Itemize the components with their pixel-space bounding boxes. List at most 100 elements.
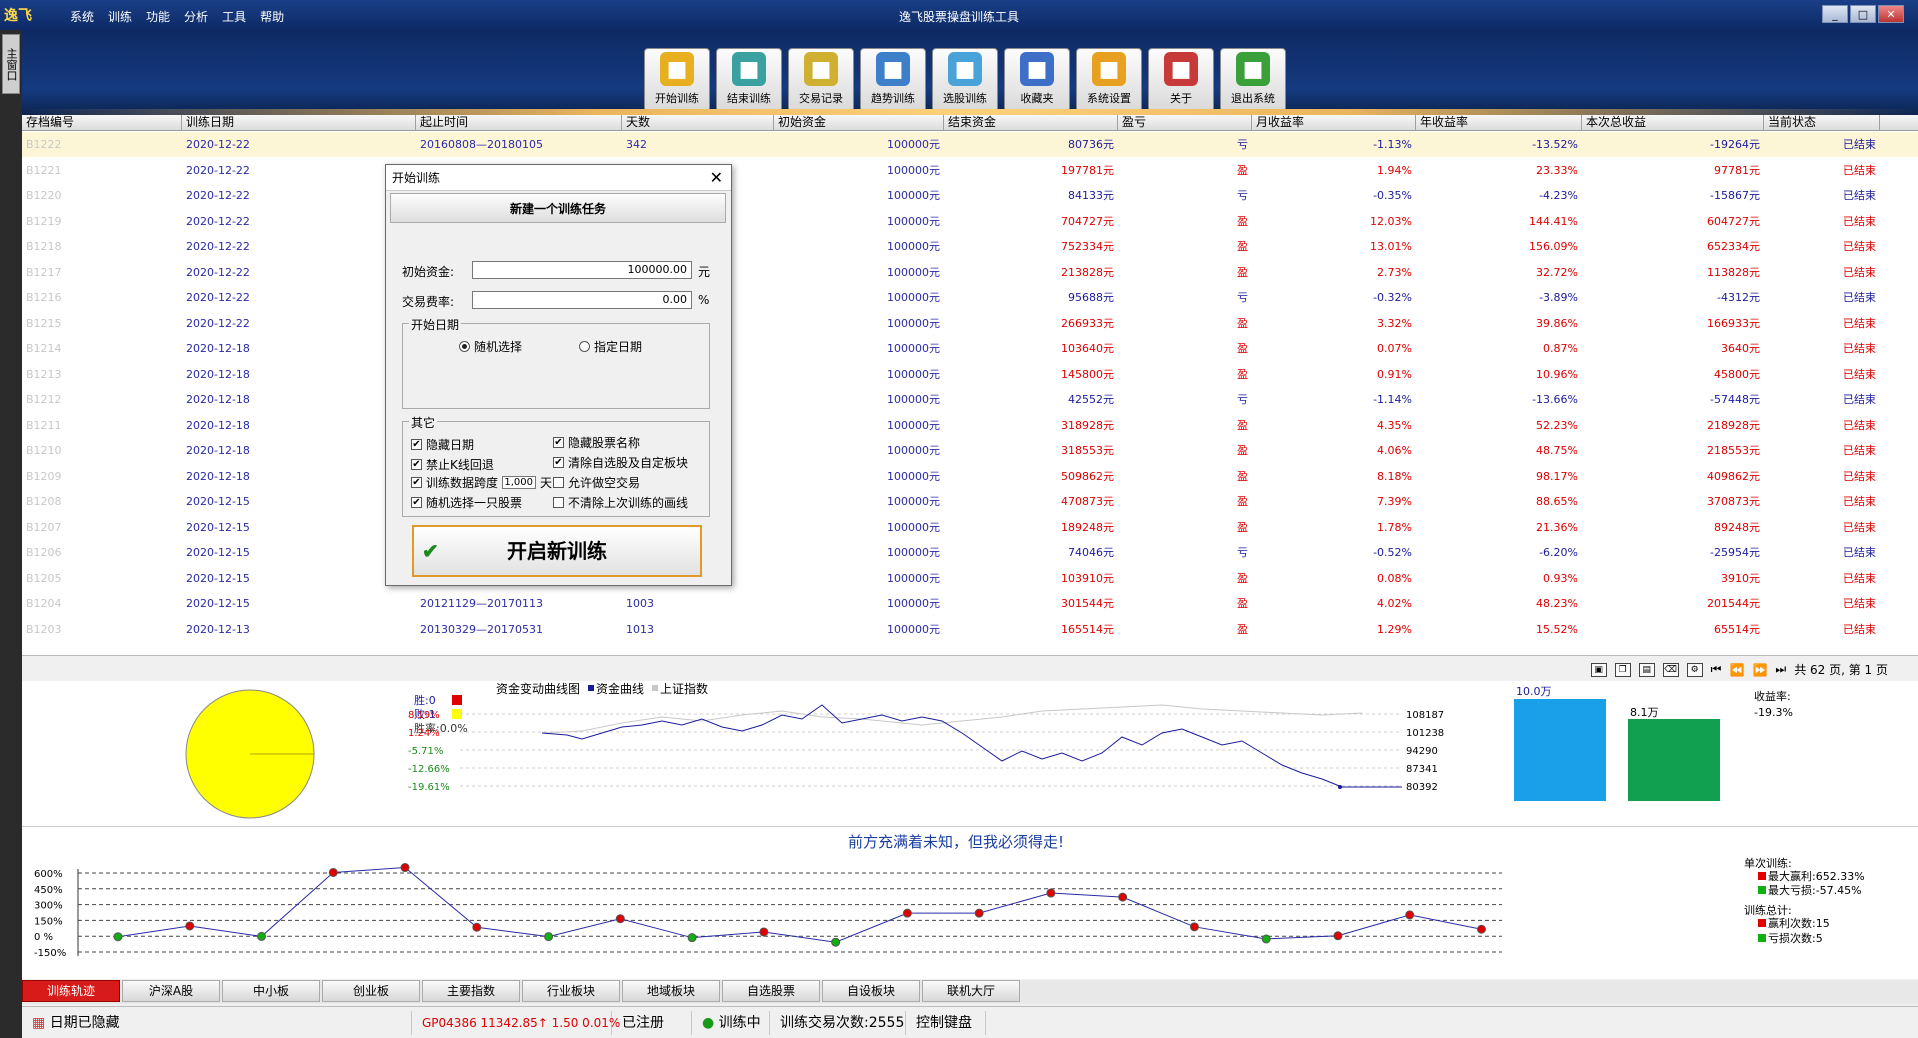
trajectory-point[interactable] xyxy=(185,921,195,931)
trajectory-point[interactable] xyxy=(113,932,123,942)
table-row[interactable]: B1219 2020-12-22 100000元 704727元 盈 12.03% 144.… xyxy=(22,209,1918,234)
table-row[interactable]: B1209 2020-12-18 100000元 509862元 盈 8.18% 98.17… xyxy=(22,464,1918,489)
bottom-tab[interactable]: 创业板 xyxy=(322,980,420,1002)
chk-short[interactable]: 允许做空交易 xyxy=(553,474,640,491)
trajectory-point[interactable] xyxy=(544,932,554,942)
bottom-tab[interactable]: 主要指数 xyxy=(422,980,520,1002)
trajectory-point[interactable] xyxy=(902,908,912,918)
span-input[interactable]: 1,000 xyxy=(502,476,537,489)
table-row[interactable]: B1215 2020-12-22 100000元 266933元 盈 3.32% 39.86… xyxy=(22,311,1918,336)
capital-input[interactable]: 100000.00 xyxy=(472,261,692,279)
column-header[interactable]: 年收益率 xyxy=(1416,115,1582,130)
trajectory-point[interactable] xyxy=(257,931,267,941)
radio-random-date[interactable]: 随机选择 xyxy=(459,338,522,355)
trajectory-point[interactable] xyxy=(472,922,482,932)
main-window-tab[interactable]: 主窗口 xyxy=(2,34,20,94)
chk-clear-self[interactable]: ✔ 清除自选股及自定板块 xyxy=(553,454,688,471)
chk-keep-lines[interactable]: 不清除上次训练的画线 xyxy=(553,494,688,511)
toolbar-button[interactable]: ■ 关于 xyxy=(1148,48,1214,112)
chk-random-one[interactable]: ✔ 随机选择一只股票 xyxy=(411,494,522,511)
toolbar-button[interactable]: ■ 结束训练 xyxy=(716,48,782,112)
toolbar-button[interactable]: ■ 趋势训练 xyxy=(860,48,926,112)
toolbar-button[interactable]: ■ 选股训练 xyxy=(932,48,998,112)
table-row[interactable]: B1218 2020-12-22 100000元 752334元 盈 13.01% 156.… xyxy=(22,234,1918,259)
trajectory-point[interactable] xyxy=(974,908,984,918)
column-header[interactable]: 盈亏 xyxy=(1118,115,1252,130)
bottom-tab[interactable]: 行业板块 xyxy=(522,980,620,1002)
table-row[interactable]: B1217 2020-12-22 100000元 213828元 盈 2.73% 32.72… xyxy=(22,260,1918,285)
table-row[interactable]: B1214 2020-12-18 100000元 103640元 盈 0.07% 0.87%… xyxy=(22,336,1918,361)
table-row[interactable]: B1207 2020-12-15 100000元 189248元 盈 1.78% 21.36… xyxy=(22,515,1918,540)
next-page-icon[interactable]: ⏩ xyxy=(1752,663,1767,677)
bottom-tab[interactable]: 中小板 xyxy=(222,980,320,1002)
column-header[interactable]: 本次总收益 xyxy=(1582,115,1764,130)
column-header[interactable]: 结束资金 xyxy=(944,115,1118,130)
toolbar-button[interactable]: ■ 系统设置 xyxy=(1076,48,1142,112)
table-row[interactable]: B1212 2020-12-18 100000元 42552元 亏 -1.14% -13.6… xyxy=(22,387,1918,412)
column-header[interactable]: 天数 xyxy=(622,115,774,130)
maximize-icon[interactable]: □ xyxy=(1850,5,1876,23)
chk-hide-date[interactable]: ✔ 隐藏日期 xyxy=(411,436,474,453)
column-header[interactable]: 训练日期 xyxy=(182,115,416,130)
bottom-tab[interactable]: 自设板块 xyxy=(822,980,920,1002)
column-header[interactable]: 起止时间 xyxy=(416,115,622,130)
table-row[interactable]: B1203 2020-12-13 20130329—20170531 1013 1000… xyxy=(22,617,1918,642)
start-new-training-button[interactable]: ✔ 开启新训练 xyxy=(412,525,702,577)
trajectory-point[interactable] xyxy=(1046,888,1056,898)
trajectory-point[interactable] xyxy=(400,863,410,873)
trajectory-point[interactable] xyxy=(1405,910,1415,920)
prev-page-icon[interactable]: ⏪ xyxy=(1729,663,1744,677)
table-row[interactable]: B1204 2020-12-15 20121129—20170113 1003 1000… xyxy=(22,591,1918,616)
trajectory-point[interactable] xyxy=(1333,931,1343,941)
table-row[interactable]: B1216 2020-12-22 100000元 95688元 亏 -0.32% -3.89… xyxy=(22,285,1918,310)
toolbar-button[interactable]: ■ 开始训练 xyxy=(644,48,710,112)
bottom-tab[interactable]: 联机大厅 xyxy=(922,980,1020,1002)
copy-icon[interactable]: ❐ xyxy=(1614,662,1631,677)
table-row[interactable]: B1222 2020-12-22 20160808—20180105 342 10000… xyxy=(22,132,1918,157)
table-row[interactable]: B1205 2020-12-15 100000元 103910元 盈 0.08% 0.93%… xyxy=(22,566,1918,591)
status-keyboard[interactable]: 控制键盘 xyxy=(906,1010,986,1035)
delete-icon[interactable]: ⌫ xyxy=(1662,662,1679,677)
chk-span[interactable]: ✔ 训练数据跨度 1,000 天 xyxy=(411,474,552,491)
toolbar-button[interactable]: ■ 交易记录 xyxy=(788,48,854,112)
bottom-tab[interactable]: 自选股票 xyxy=(722,980,820,1002)
toolbar-button[interactable]: ■ 退出系统 xyxy=(1220,48,1286,112)
column-header[interactable]: 初始资金 xyxy=(774,115,944,130)
radio-specify-date[interactable]: 指定日期 xyxy=(579,338,642,355)
trajectory-point[interactable] xyxy=(1189,922,1199,932)
column-header[interactable]: 当前状态 xyxy=(1764,115,1880,130)
bottom-tab[interactable]: 沪深A股 xyxy=(122,980,220,1002)
table-row[interactable]: B1206 2020-12-15 100000元 74046元 亏 -0.52% -6.20… xyxy=(22,540,1918,565)
save-icon[interactable]: ▤ xyxy=(1638,662,1655,677)
column-header[interactable]: 存档编号 xyxy=(22,115,182,130)
chk-no-rewind[interactable]: ✔ 禁止K线回退 xyxy=(411,456,494,473)
minimize-icon[interactable]: _ xyxy=(1822,5,1848,23)
table-cell: 95688元 xyxy=(1068,291,1114,304)
gear-icon[interactable]: ⚙ xyxy=(1686,662,1703,677)
table-row[interactable]: B1220 2020-12-22 100000元 84133元 亏 -0.35% -4.23… xyxy=(22,183,1918,208)
fee-input[interactable]: 0.00 xyxy=(472,291,692,309)
trajectory-point[interactable] xyxy=(328,867,338,877)
table-row[interactable]: B12212020-12-2220080604—2012072010061000… xyxy=(22,158,1918,183)
bottom-tab[interactable]: 地域板块 xyxy=(622,980,720,1002)
trajectory-point[interactable] xyxy=(615,914,625,924)
table-row[interactable]: B1213 2020-12-18 100000元 145800元 盈 0.91% 10.96… xyxy=(22,362,1918,387)
trajectory-point[interactable] xyxy=(831,937,841,947)
table-row[interactable]: B1210 2020-12-18 100000元 318553元 盈 4.06% 48.75… xyxy=(22,438,1918,463)
bottom-tab[interactable]: 训练轨迹 xyxy=(22,980,120,1002)
trajectory-point[interactable] xyxy=(1476,924,1486,934)
close-icon[interactable]: ✕ xyxy=(1878,5,1904,23)
trajectory-point[interactable] xyxy=(1261,934,1271,944)
dialog-close-icon[interactable]: ✕ xyxy=(710,165,723,191)
trajectory-point[interactable] xyxy=(687,933,697,943)
trajectory-point[interactable] xyxy=(759,927,769,937)
column-header[interactable]: 月收益率 xyxy=(1252,115,1416,130)
chk-hide-name[interactable]: ✔ 隐藏股票名称 xyxy=(553,434,640,451)
first-page-icon[interactable]: ⏮ xyxy=(1711,662,1722,677)
table-row[interactable]: B1208 2020-12-15 100000元 470873元 盈 7.39% 88.65… xyxy=(22,489,1918,514)
toolbar-button[interactable]: ■ 收藏夹 xyxy=(1004,48,1070,112)
table-row[interactable]: B1211 2020-12-18 100000元 318928元 盈 4.35% 52.23… xyxy=(22,413,1918,438)
export-icon[interactable]: ▣ xyxy=(1590,662,1607,677)
trajectory-point[interactable] xyxy=(1118,892,1128,902)
last-page-icon[interactable]: ⏭ xyxy=(1775,662,1786,677)
